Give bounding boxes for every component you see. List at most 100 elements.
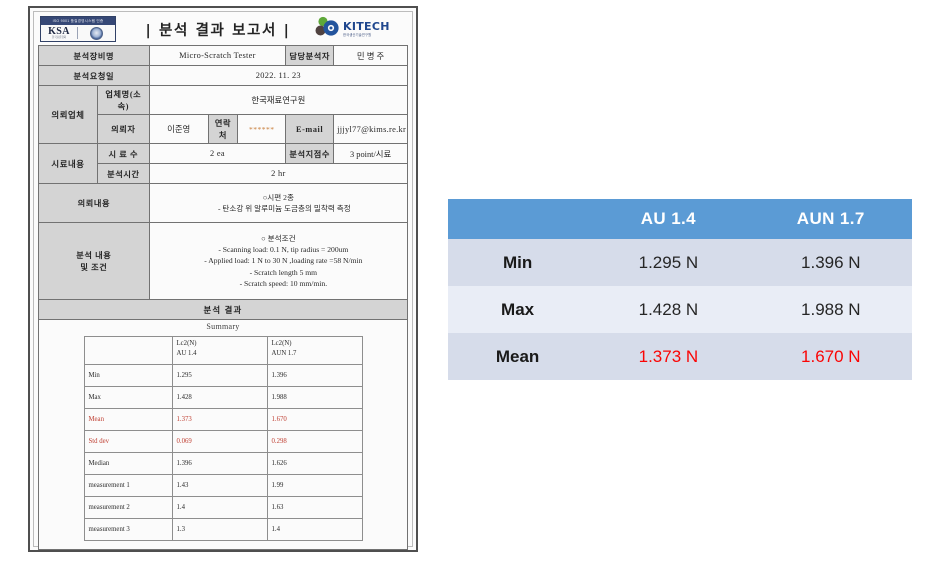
table-row-conditions: 분석 내용 및 조건 ○ 분석조건 - Scanning load: 0.1 N… xyxy=(38,222,409,300)
summary-header-corner xyxy=(448,199,588,239)
table-row-equipment: 분석장비명 Micro-Scratch Tester 담당분석자 민 병 주 xyxy=(38,45,408,66)
conditions-label-line-1: 분석 내용 xyxy=(76,251,112,260)
table-row-company: 의뢰업체 업체명(소속) 한국재료연구원 xyxy=(37,85,409,144)
email-label: E-mail xyxy=(285,114,335,144)
inner-header-aun-line-1: Lc2(N) xyxy=(271,340,292,347)
conditions-value: ○ 분석조건 - Scanning load: 0.1 N, tip radiu… xyxy=(148,222,409,300)
inner-table-header-row: Lc2(N) AU 1.4 Lc2(N) AUN 1.7 xyxy=(83,336,363,365)
inner-header-aun-line-2: AUN 1.7 xyxy=(271,349,297,357)
inner-row-au: 0.069 xyxy=(171,430,268,453)
equipment-value: Micro-Scratch Tester xyxy=(148,45,287,66)
table-row: Mean 1.373 N 1.670 N xyxy=(448,333,912,380)
inner-row-aun: 1.670 xyxy=(266,408,363,431)
inner-row-au: 1.396 xyxy=(171,452,268,475)
summary-table-panel: AU 1.4 AUN 1.7 Min 1.295 N 1.396 N Max 1… xyxy=(448,199,912,380)
conditions-line-1: - Scanning load: 0.1 N, tip radius = 200… xyxy=(218,244,349,254)
table-row-summary: Summary Lc2(N) AU 1.4 Lc2(N) AUN 1.7 Min… xyxy=(38,319,408,550)
request-date-value: 2022. 11. 23 xyxy=(148,65,409,86)
conditions-label-line-2: 및 조건 xyxy=(80,263,108,272)
document-inner-frame: ISO 9001 품질경영시스템 인증 KSA 한국표준협회 | 분석 결과 보… xyxy=(33,11,413,550)
request-date-label: 분석요청일 xyxy=(38,65,150,86)
company-value: 한국재료연구원 xyxy=(148,85,409,115)
inner-row-au: 1.428 xyxy=(171,386,268,409)
inner-header-corner xyxy=(83,336,173,365)
table-row: Max 1.428 1.988 xyxy=(83,386,363,409)
request-content-value: ○시편 2종 - 탄소강 위 알루미늄 도금층의 밀착력 측정 xyxy=(148,183,409,223)
analysis-time-label: 분석시간 xyxy=(97,163,150,184)
inner-row-aun: 1.396 xyxy=(266,364,363,387)
request-content-line-1: ○시편 2종 xyxy=(262,192,294,202)
conditions-line-2: - Applied load: 1 N to 30 N ,loading rat… xyxy=(204,256,363,266)
table-row-request-content: 의뢰내용 ○시편 2종 - 탄소강 위 알루미늄 도금층의 밀착력 측정 xyxy=(38,183,409,223)
inner-row-aun: 0.298 xyxy=(266,430,363,453)
table-row: Max 1.428 N 1.988 N xyxy=(448,286,912,333)
inner-row-au: 1.43 xyxy=(171,474,268,497)
report-table: 분석장비명 Micro-Scratch Tester 담당분석자 민 병 주 분… xyxy=(37,45,409,550)
inner-row-label: Mean xyxy=(83,408,173,431)
conditions-label: 분석 내용 및 조건 xyxy=(38,222,150,300)
sample-label: 시료내용 xyxy=(37,143,99,184)
inner-row-aun: 1.626 xyxy=(266,452,363,475)
table-row-results-band: 분석 결과 xyxy=(38,299,408,320)
email-value: jjjyl77@kims.re.kr xyxy=(333,114,408,144)
conditions-line-0: ○ 분석조건 xyxy=(261,233,296,243)
contact-value: ****** xyxy=(237,114,287,144)
company-label: 업체명(소속) xyxy=(97,85,150,115)
inner-row-label: measurement 3 xyxy=(83,518,173,541)
ksa-seal-icon xyxy=(90,26,103,40)
summary-table: AU 1.4 AUN 1.7 Min 1.295 N 1.396 N Max 1… xyxy=(448,199,912,380)
points-value: 3 point/시료 xyxy=(333,143,408,164)
table-row: measurement 2 1.4 1.63 xyxy=(83,496,363,519)
summary-row-label-max: Max xyxy=(448,286,588,333)
inner-row-label: Min xyxy=(83,364,173,387)
inner-row-label: Std dev xyxy=(83,430,173,453)
inner-header-au-line-2: AU 1.4 xyxy=(176,349,197,357)
inner-row-aun: 1.4 xyxy=(266,518,363,541)
summary-row-max-aun: 1.988 N xyxy=(749,286,912,333)
summary-row-mean-au: 1.373 N xyxy=(587,333,750,380)
ksa-wordmark: KSA 한국표준협회 xyxy=(41,27,77,40)
summary-row-min-au: 1.295 N xyxy=(587,239,750,286)
table-row: measurement 3 1.3 1.4 xyxy=(83,518,363,541)
kitech-text-block: KITECH 한국생산기술연구원 xyxy=(343,21,390,37)
ksa-certification-logo: ISO 9001 품질경영시스템 인증 KSA 한국표준협회 xyxy=(40,16,116,42)
inner-header-au: Lc2(N) AU 1.4 xyxy=(171,336,268,365)
inner-row-au: 1.295 xyxy=(171,364,268,387)
document-header: ISO 9001 품질경영시스템 인증 KSA 한국표준협회 | 분석 결과 보… xyxy=(38,14,408,44)
summary-cell: Summary Lc2(N) AU 1.4 Lc2(N) AUN 1.7 Min… xyxy=(38,319,408,550)
summary-row-label-mean: Mean xyxy=(448,333,588,380)
client-label: 의뢰업체 xyxy=(37,85,99,144)
summary-row-label-min: Min xyxy=(448,239,588,286)
inner-row-aun: 1.99 xyxy=(266,474,363,497)
requester-value: 이준영 xyxy=(148,114,209,144)
requester-label: 의뢰자 xyxy=(97,114,150,144)
inner-row-aun: 1.988 xyxy=(266,386,363,409)
summary-word: Summary xyxy=(206,322,240,331)
inner-row-aun: 1.63 xyxy=(266,496,363,519)
request-content-line-2: - 탄소강 위 알루미늄 도금층의 밀착력 측정 xyxy=(218,204,351,213)
inner-row-au: 1.4 xyxy=(171,496,268,519)
conditions-line-4: - Scratch speed: 10 mm/min. xyxy=(239,279,328,289)
points-label: 분석지점수 xyxy=(285,143,335,164)
table-row-sample-count: 시료내용 시 료 수 2 ea 분석지점수 3 point/시료 xyxy=(37,143,408,184)
inner-row-label: Median xyxy=(83,452,173,475)
ksa-wordmark-subtext: 한국표준협회 xyxy=(51,36,67,39)
sample-count-value: 2 ea xyxy=(148,143,287,164)
equipment-label: 분석장비명 xyxy=(38,45,150,66)
conditions-line-3: - Scratch length 5 mm xyxy=(249,267,318,277)
ksa-seal xyxy=(78,26,115,40)
kitech-logo: KITECH 한국생산기술연구원 xyxy=(314,16,406,41)
table-row: Mean 1.373 1.670 xyxy=(83,408,363,431)
document-title: | 분석 결과 보고서 | xyxy=(145,22,291,39)
table-row: measurement 1 1.43 1.99 xyxy=(83,474,363,497)
analyst-label: 담당분석자 xyxy=(285,45,335,66)
inner-row-label: Max xyxy=(83,386,173,409)
analysis-time-value: 2 hr xyxy=(148,163,409,184)
summary-row-min-aun: 1.396 N xyxy=(749,239,912,286)
kitech-name: KITECH xyxy=(343,20,390,34)
table-row: Std dev 0.069 0.298 xyxy=(83,430,363,453)
table-row: Min 1.295 1.396 xyxy=(83,364,363,387)
summary-header-aun: AUN 1.7 xyxy=(749,199,912,239)
table-row: Median 1.396 1.626 xyxy=(83,452,363,475)
inner-header-aun: Lc2(N) AUN 1.7 xyxy=(266,336,363,365)
